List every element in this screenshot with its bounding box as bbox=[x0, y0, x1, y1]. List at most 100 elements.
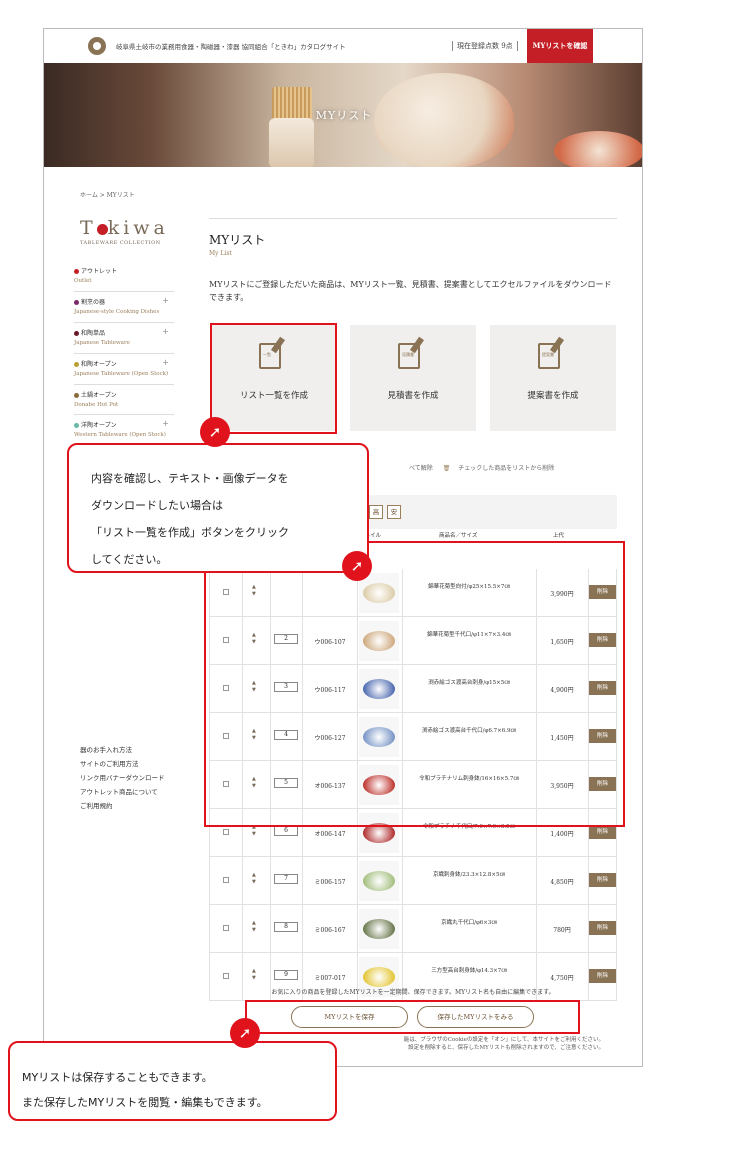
cell-divider bbox=[270, 857, 271, 905]
product-code: ミ006-167 bbox=[314, 927, 346, 934]
column-price: 上代 bbox=[553, 533, 565, 539]
product-code: ミ007-017 bbox=[314, 975, 346, 982]
sidebar-item-english: Outlet bbox=[74, 278, 92, 284]
cell-divider bbox=[302, 905, 303, 953]
create-proposal-card[interactable]: 提案書 提案書を作成 bbox=[490, 325, 616, 431]
breadcrumb[interactable]: ホーム > MYリスト bbox=[80, 190, 135, 199]
sidebar-link[interactable]: リンク用バナーダウンロード bbox=[80, 771, 165, 785]
list-actions: べて解除 🗑 チェックした商品をリストから削除 bbox=[409, 463, 554, 472]
expand-icon[interactable]: + bbox=[162, 296, 169, 305]
sidebar-item-english: Donabe Hot Pot bbox=[74, 401, 119, 408]
reorder-arrows-icon[interactable]: ▲ ▼ bbox=[252, 872, 256, 886]
sidebar-item-english: Western Tableware (Open Stock) bbox=[74, 432, 166, 439]
expand-icon[interactable]: + bbox=[162, 327, 169, 336]
cell-divider bbox=[357, 905, 358, 953]
product-image bbox=[363, 919, 395, 939]
product-price: 780円 bbox=[553, 927, 571, 934]
category-bullet-icon bbox=[74, 423, 79, 429]
cursor-pointer-icon: ➚ bbox=[342, 551, 372, 581]
registered-count: 現在登録点数 9点 bbox=[452, 41, 518, 51]
product-code: オ006-147 bbox=[314, 831, 346, 838]
sidebar-item-label: アウトレット bbox=[74, 266, 174, 275]
product-thumbnail[interactable] bbox=[359, 909, 399, 949]
logo-icon[interactable] bbox=[88, 37, 106, 55]
delete-button[interactable]: 削除 bbox=[589, 921, 616, 935]
product-image bbox=[363, 967, 395, 987]
order-number-input[interactable]: 7 bbox=[274, 874, 298, 884]
cell-divider bbox=[536, 905, 537, 953]
reorder-arrows-icon[interactable]: ▲ ▼ bbox=[252, 920, 256, 934]
brand-wordmark: Tkiwa bbox=[80, 217, 169, 239]
category-bullet-icon bbox=[74, 269, 79, 274]
trash-icon: 🗑 bbox=[442, 465, 451, 472]
sidebar-item-label: 和陶オープン bbox=[74, 359, 174, 368]
product-price: 4,750円 bbox=[550, 975, 574, 982]
remove-checked-link[interactable]: チェックした商品をリストから削除 bbox=[458, 465, 554, 472]
sort-low-button[interactable]: 安 bbox=[387, 505, 401, 519]
cookie-note: 能は、ブラウザのCookieの設定を「オン」にして、本サイトをご利用ください。 … bbox=[403, 1037, 604, 1051]
product-thumbnail[interactable] bbox=[359, 861, 399, 901]
sidebar-item[interactable]: 割烹の器 Japanese-style Cooking Dishes + bbox=[74, 292, 174, 323]
brand-dot-icon bbox=[96, 223, 108, 235]
hero-title: MYリスト bbox=[315, 109, 373, 122]
create-estimate-label: 見積書を作成 bbox=[387, 391, 439, 401]
cell-divider bbox=[242, 857, 243, 905]
cell-divider bbox=[402, 905, 403, 953]
sidebar-item[interactable]: 和陶単品 Japanese Tableware + bbox=[74, 323, 174, 354]
cell-divider bbox=[242, 905, 243, 953]
category-bullet-icon bbox=[74, 330, 79, 336]
sidebar-item[interactable]: 洋陶オープン Western Tableware (Open Stock) + bbox=[74, 415, 174, 447]
column-product-name: 商品名／サイズ bbox=[439, 533, 478, 539]
cell-divider bbox=[536, 857, 537, 905]
row-checkbox[interactable] bbox=[223, 829, 229, 835]
sidebar-links: 器のお手入れ方法 サイトのご利用方法 リンク用バナーダウンロード アウトレット商品につ… bbox=[80, 743, 165, 813]
product-code: ミ006-157 bbox=[314, 879, 346, 886]
sidebar-link[interactable]: ご利用規約 bbox=[80, 799, 165, 813]
product-price: 1,400円 bbox=[550, 831, 574, 838]
highlight-table-rows bbox=[204, 541, 625, 827]
sidebar-link[interactable]: 器のお手入れ方法 bbox=[80, 743, 165, 757]
order-number-input[interactable]: 8 bbox=[274, 922, 298, 932]
create-estimate-card[interactable]: 見積書 見積書を作成 bbox=[350, 325, 476, 431]
delete-button[interactable]: 削除 bbox=[589, 969, 616, 983]
sidebar-item[interactable]: 和陶オープン Japanese Tableware (Open Stock) + bbox=[74, 354, 174, 385]
sidebar-item-english: Japanese-style Cooking Dishes bbox=[74, 308, 160, 315]
table-row: ▲ ▼ 8 ミ006-167 京織丸千代口/φ6×3㎝ 780円 削除 bbox=[209, 905, 617, 953]
check-my-list-button[interactable]: MYリストを確認 bbox=[527, 29, 593, 63]
delete-button[interactable]: 削除 bbox=[589, 873, 616, 887]
cell-divider bbox=[357, 857, 358, 905]
order-number-input[interactable]: 6 bbox=[274, 826, 298, 836]
sidebar-item-label: 割烹の器 bbox=[74, 297, 174, 306]
expand-icon[interactable]: + bbox=[162, 419, 169, 428]
sort-high-button[interactable]: 高 bbox=[369, 505, 383, 519]
order-number-input[interactable]: 9 bbox=[274, 970, 298, 980]
sidebar-link[interactable]: アウトレット商品について bbox=[80, 785, 165, 799]
expand-icon[interactable]: + bbox=[162, 358, 169, 367]
row-checkbox[interactable] bbox=[223, 973, 229, 979]
delete-button[interactable]: 削除 bbox=[589, 825, 616, 839]
divider bbox=[209, 218, 617, 219]
sidebar-item[interactable]: 土鍋オープン Donabe Hot Pot bbox=[74, 385, 174, 416]
product-name: 京織刺身鉢/23.3×12.8×5㎝ bbox=[432, 872, 506, 878]
sidebar-item[interactable]: アウトレット Outlet bbox=[74, 261, 174, 292]
reorder-arrows-icon[interactable]: ▲ ▼ bbox=[252, 968, 256, 982]
cursor-pointer-icon: ➚ bbox=[230, 1018, 260, 1048]
callout-create-list: 内容を確認し、テキスト・画像データを ダウンロードしたい場合は 「リスト一覧を作… bbox=[67, 443, 369, 573]
sidebar-item-label: 洋陶オープン bbox=[74, 420, 174, 429]
product-name: 京織丸千代口/φ6×3㎝ bbox=[441, 920, 497, 926]
save-note: お気に入りの商品を登録したMYリストを一定期間、保存できます。MYリスト名も自由… bbox=[271, 989, 555, 996]
sidebar-item-english: Japanese Tableware (Open Stock) bbox=[74, 370, 169, 377]
row-checkbox[interactable] bbox=[223, 877, 229, 883]
site-description: 岐阜県土岐市の業務用食器・陶磁器・漆器 協同組合「ときわ」カタログサイト bbox=[116, 43, 346, 51]
clear-all-link[interactable]: べて解除 bbox=[409, 465, 433, 472]
sidebar-item-label: 和陶単品 bbox=[74, 328, 174, 337]
product-name: 三方型高台刺身鉢/φ14.3×7㎝ bbox=[431, 968, 507, 974]
brand-logo[interactable]: Tkiwa TABLEWARE COLLECTION bbox=[80, 217, 175, 246]
cell-divider bbox=[270, 905, 271, 953]
cup-image bbox=[269, 118, 314, 167]
row-checkbox[interactable] bbox=[223, 925, 229, 931]
sidebar-link[interactable]: サイトのご利用方法 bbox=[80, 757, 165, 771]
create-proposal-label: 提案書を作成 bbox=[527, 391, 579, 401]
intro-text: MYリストにご登録しただいた商品は、MYリスト一覧、見積書、提案書としてエクセル… bbox=[209, 280, 612, 302]
highlight-save-buttons bbox=[245, 1000, 580, 1034]
